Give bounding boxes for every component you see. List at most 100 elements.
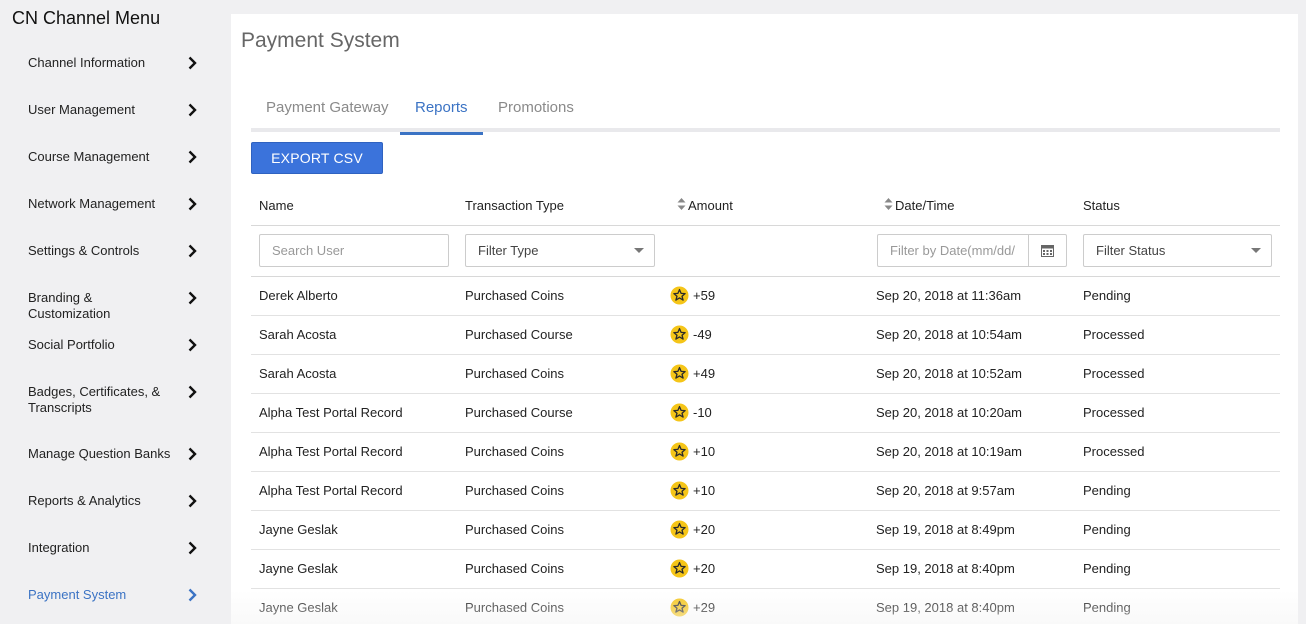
sidebar-item-badges-certificates[interactable]: Badges, Certificates, & Transcripts bbox=[28, 384, 198, 416]
star-coin-icon bbox=[670, 325, 689, 344]
amount-value: +59 bbox=[693, 288, 716, 303]
cell-amount: +10 bbox=[670, 481, 715, 500]
tab-promotions[interactable]: Promotions bbox=[483, 99, 589, 132]
star-coin-icon bbox=[670, 481, 689, 500]
sidebar-item-label: Badges, Certificates, & Transcripts bbox=[28, 384, 161, 415]
star-coin-icon bbox=[670, 598, 689, 617]
chevron-right-icon bbox=[186, 243, 198, 259]
cell-transaction-type: Purchased Course bbox=[465, 327, 573, 342]
cell-amount: +20 bbox=[670, 559, 715, 578]
star-coin-icon bbox=[670, 442, 689, 461]
cell-name: Jayne Geslak bbox=[259, 522, 338, 537]
cell-status: Pending bbox=[1083, 600, 1131, 615]
table-row: Alpha Test Portal Record Purchased Coins +… bbox=[251, 433, 1280, 472]
cell-amount: +49 bbox=[670, 364, 715, 383]
sidebar-item-integration[interactable]: Integration bbox=[28, 540, 198, 556]
table-row: Jayne Geslak Purchased Coins +20 Sep 19, 20… bbox=[251, 550, 1280, 589]
sidebar-item-network-management[interactable]: Network Management bbox=[28, 196, 198, 212]
chevron-right-icon bbox=[186, 55, 198, 71]
sidebar-item-social-portfolio[interactable]: Social Portfolio bbox=[28, 337, 198, 353]
cell-transaction-type: Purchased Coins bbox=[465, 444, 564, 459]
sidebar-item-reports-analytics[interactable]: Reports & Analytics bbox=[28, 493, 198, 509]
cell-status: Processed bbox=[1083, 366, 1145, 381]
chevron-right-icon bbox=[186, 384, 198, 400]
cell-date-time: Sep 19, 2018 at 8:49pm bbox=[876, 522, 1015, 537]
amount-value: +10 bbox=[693, 483, 716, 498]
filter-status-label: Filter Status bbox=[1096, 243, 1166, 258]
column-header-label: Transaction Type bbox=[465, 198, 564, 213]
cell-name: Alpha Test Portal Record bbox=[259, 405, 403, 420]
star-coin-icon bbox=[670, 403, 689, 422]
sidebar: CN Channel Menu Channel Information User… bbox=[0, 0, 222, 624]
cell-amount: -49 bbox=[670, 325, 712, 344]
cell-transaction-type: Purchased Coins bbox=[465, 366, 564, 381]
sidebar-item-user-management[interactable]: User Management bbox=[28, 102, 198, 118]
chevron-right-icon bbox=[186, 290, 198, 306]
sidebar-item-branding-customization[interactable]: Branding & Customization bbox=[28, 290, 198, 322]
sidebar-item-payment-system[interactable]: Payment System bbox=[28, 587, 198, 603]
cell-date-time: Sep 19, 2018 at 8:40pm bbox=[876, 600, 1015, 615]
table-row: Alpha Test Portal Record Purchased Course… bbox=[251, 394, 1280, 433]
filter-status-select[interactable]: Filter Status bbox=[1083, 234, 1272, 267]
table-row: Jayne Geslak Purchased Coins +29 Sep 19, 20… bbox=[251, 589, 1280, 624]
tab-payment-gateway[interactable]: Payment Gateway bbox=[251, 99, 404, 132]
sidebar-item-channel-information[interactable]: Channel Information bbox=[28, 55, 198, 71]
column-header-label: Amount bbox=[688, 198, 733, 213]
cell-transaction-type: Purchased Coins bbox=[465, 483, 564, 498]
column-header-amount[interactable]: Amount bbox=[677, 198, 733, 213]
sidebar-item-label: Reports & Analytics bbox=[28, 493, 141, 508]
tab-reports[interactable]: Reports bbox=[400, 99, 483, 135]
sidebar-item-question-banks[interactable]: Manage Question Banks bbox=[28, 446, 198, 462]
calendar-icon[interactable] bbox=[1028, 235, 1066, 266]
chevron-right-icon bbox=[186, 446, 198, 462]
cell-amount: -10 bbox=[670, 403, 712, 422]
filter-type-select[interactable]: Filter Type bbox=[465, 234, 655, 267]
cell-name: Sarah Acosta bbox=[259, 327, 337, 342]
amount-value: -10 bbox=[693, 405, 712, 420]
cell-status: Pending bbox=[1083, 483, 1131, 498]
amount-value: +10 bbox=[693, 444, 716, 459]
column-header-name[interactable]: Name bbox=[259, 198, 294, 213]
column-header-label: Name bbox=[259, 198, 294, 213]
page-title: Payment System bbox=[241, 29, 400, 52]
cell-status: Processed bbox=[1083, 327, 1145, 342]
filter-date-input[interactable]: Filter by Date(mm/dd/ bbox=[877, 234, 1067, 267]
search-user-input[interactable]: Search User bbox=[259, 234, 449, 267]
amount-value: +49 bbox=[693, 366, 716, 381]
sidebar-item-label: Branding & Customization bbox=[28, 290, 111, 321]
column-header-type[interactable]: Transaction Type bbox=[465, 198, 564, 213]
cell-date-time: Sep 20, 2018 at 10:19am bbox=[876, 444, 1023, 459]
sidebar-item-settings-controls[interactable]: Settings & Controls bbox=[28, 243, 198, 259]
filter-row: Search User Filter Type Filter by Date(m… bbox=[251, 226, 1280, 277]
cell-status: Pending bbox=[1083, 522, 1131, 537]
sidebar-item-label: Integration bbox=[28, 540, 90, 555]
sidebar-title: CN Channel Menu bbox=[12, 8, 161, 28]
cell-transaction-type: Purchased Coins bbox=[465, 600, 564, 615]
cell-amount: +20 bbox=[670, 520, 715, 539]
export-csv-button[interactable]: EXPORT CSV bbox=[251, 142, 383, 174]
cell-amount: +10 bbox=[670, 442, 715, 461]
sidebar-item-course-management[interactable]: Course Management bbox=[28, 149, 198, 165]
sidebar-item-label: Network Management bbox=[28, 196, 156, 211]
cell-status: Pending bbox=[1083, 288, 1131, 303]
sidebar-item-label: Payment System bbox=[28, 587, 127, 602]
cell-transaction-type: Purchased Coins bbox=[465, 288, 564, 303]
cell-date-time: Sep 19, 2018 at 8:40pm bbox=[876, 561, 1015, 576]
cell-name: Jayne Geslak bbox=[259, 561, 338, 576]
cell-name: Sarah Acosta bbox=[259, 366, 337, 381]
cell-status: Pending bbox=[1083, 561, 1131, 576]
chevron-right-icon bbox=[186, 149, 198, 165]
cell-name: Alpha Test Portal Record bbox=[259, 444, 403, 459]
chevron-right-icon bbox=[186, 337, 198, 353]
amount-value: +20 bbox=[693, 522, 716, 537]
column-header-status[interactable]: Status bbox=[1083, 198, 1120, 213]
main-panel: Payment System Payment Gateway Reports P… bbox=[231, 14, 1298, 624]
cell-name: Jayne Geslak bbox=[259, 600, 338, 615]
cell-transaction-type: Purchased Coins bbox=[465, 561, 564, 576]
caret-down-icon bbox=[634, 248, 644, 253]
column-header-date[interactable]: Date/Time bbox=[884, 198, 954, 213]
chevron-right-icon bbox=[186, 540, 198, 556]
sidebar-item-label: Social Portfolio bbox=[28, 337, 115, 352]
sort-icon bbox=[677, 198, 686, 213]
cell-date-time: Sep 20, 2018 at 10:54am bbox=[876, 327, 1023, 342]
